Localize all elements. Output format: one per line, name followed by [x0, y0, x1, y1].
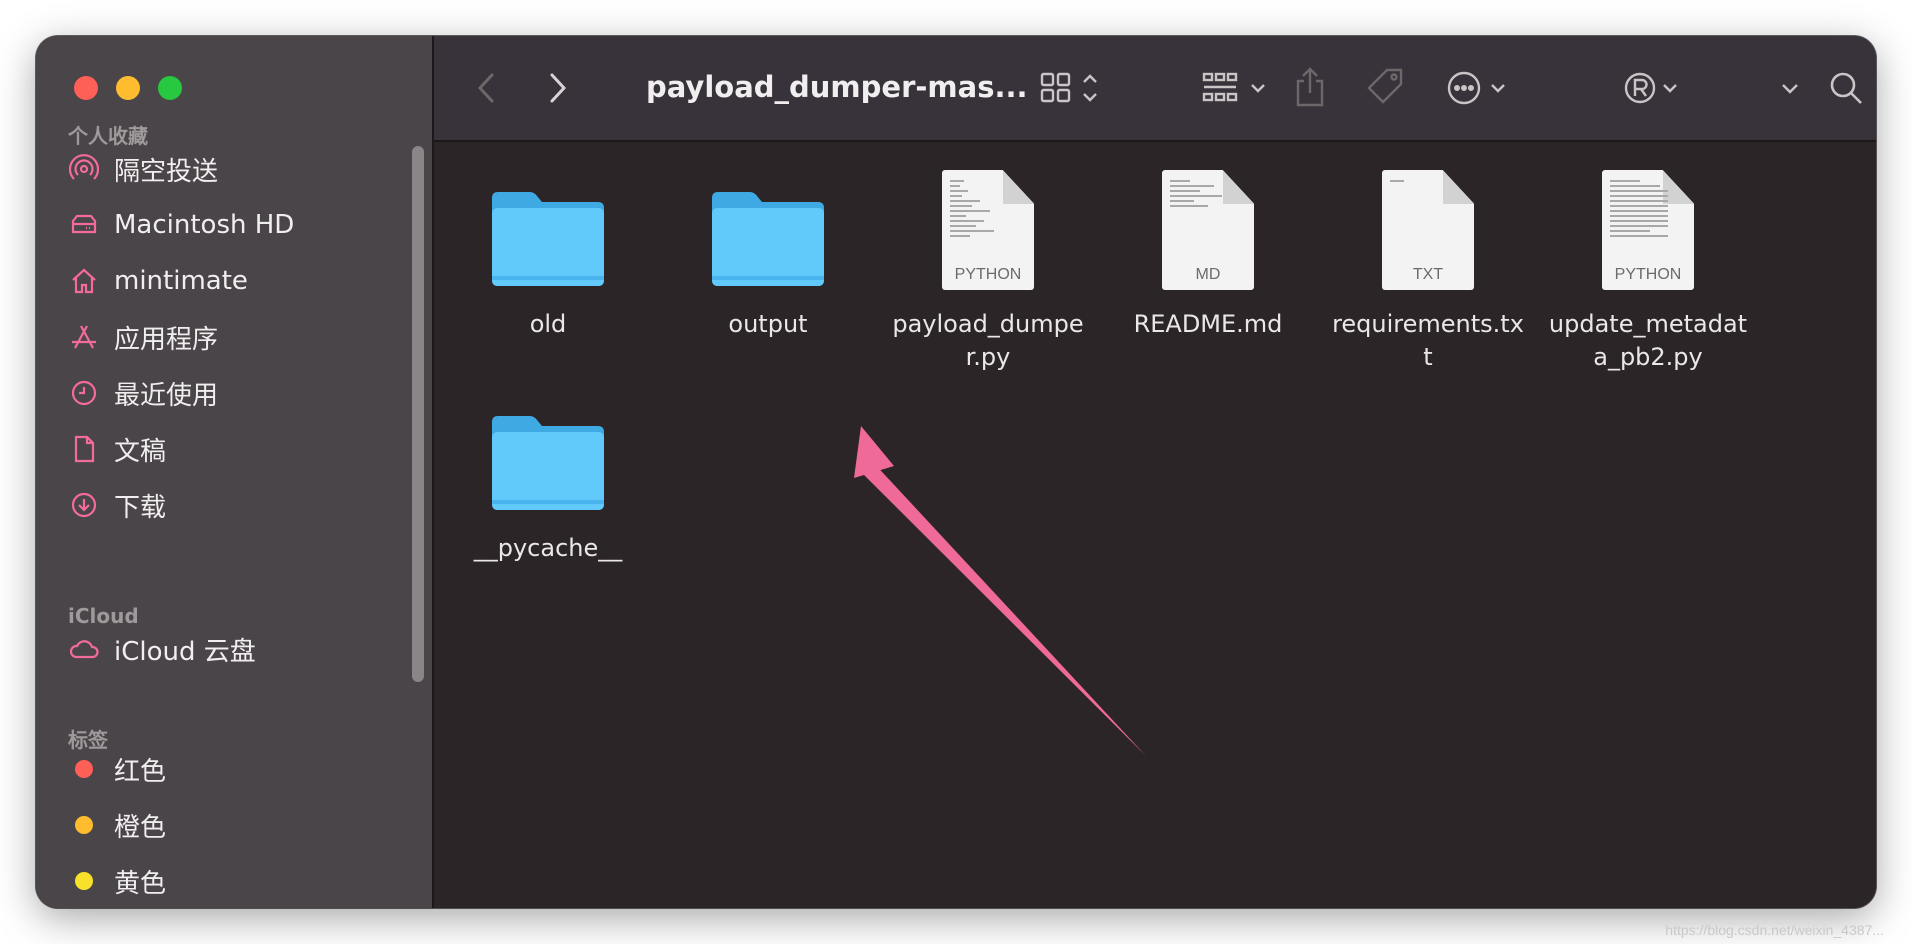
chevron-down-icon — [1782, 84, 1798, 94]
toolbar-overflow-button[interactable] — [1772, 66, 1808, 110]
sidebar-item-icloud-drive[interactable]: iCloud 云盘 — [68, 626, 408, 672]
sidebar-scrollbar[interactable] — [412, 146, 424, 682]
sidebar: 个人收藏 隔空投送 Macintosh HD mintimate 应用程序 最近… — [36, 36, 434, 908]
share-button[interactable] — [1290, 62, 1330, 112]
tag-button[interactable] — [1364, 64, 1408, 110]
sidebar-item-label: 隔空投送 — [114, 156, 219, 187]
group-button[interactable] — [1200, 66, 1276, 110]
yellow-tag-dot-icon — [75, 872, 93, 890]
search-button[interactable] — [1824, 64, 1868, 112]
extension-button[interactable] — [1620, 66, 1692, 110]
close-button[interactable] — [74, 76, 98, 100]
ellipsis-circle-icon — [1447, 71, 1505, 105]
sidebar-item-label: 最近使用 — [114, 380, 219, 411]
sidebar-item-label: 文稿 — [114, 436, 167, 467]
sidebar-item-label: 红色 — [114, 756, 167, 787]
cloud-icon — [68, 633, 100, 665]
applications-icon — [68, 321, 100, 353]
icloud-section-title: iCloud — [68, 604, 139, 628]
sidebar-item-label: mintimate — [114, 266, 248, 296]
window-controls — [74, 76, 182, 100]
file-grid: old output PYTHON payload_dumper.py MD R… — [434, 142, 1876, 908]
sidebar-item-label: Macintosh HD — [114, 210, 295, 240]
finder-window: 个人收藏 隔空投送 Macintosh HD mintimate 应用程序 最近… — [36, 36, 1876, 908]
favorites-section-title: 个人收藏 — [68, 124, 148, 148]
sidebar-tag-red[interactable]: 红色 — [68, 746, 408, 792]
drive-icon — [68, 209, 100, 241]
sidebar-item-label: 橙色 — [114, 812, 167, 843]
sidebar-item-applications[interactable]: 应用程序 — [68, 314, 408, 360]
registered-circle-icon — [1624, 72, 1677, 104]
sidebar-item-documents[interactable]: 文稿 — [68, 426, 408, 472]
annotation-arrow-icon — [854, 426, 1146, 756]
watermark: https://blog.csdn.net/weixin_4387... — [1665, 922, 1884, 938]
chevron-right-icon — [550, 73, 567, 103]
sidebar-item-macintosh-hd[interactable]: Macintosh HD — [68, 202, 408, 248]
sidebar-item-downloads[interactable]: 下载 — [68, 482, 408, 528]
chevron-left-icon — [477, 73, 494, 103]
document-icon — [68, 433, 100, 465]
red-tag-dot-icon — [75, 760, 93, 778]
sidebar-item-label: 黄色 — [114, 868, 167, 899]
search-icon — [1830, 72, 1862, 104]
group-grid-icon — [1202, 72, 1265, 102]
sidebar-item-label: iCloud 云盘 — [114, 636, 256, 667]
minimize-button[interactable] — [116, 76, 140, 100]
sidebar-item-label: 应用程序 — [114, 324, 219, 355]
home-icon — [68, 265, 100, 297]
sidebar-tag-yellow[interactable]: 黄色 — [68, 858, 408, 904]
sidebar-tag-orange[interactable]: 橙色 — [68, 802, 408, 848]
more-actions-button[interactable] — [1444, 66, 1520, 110]
forward-button[interactable] — [540, 68, 576, 108]
toolbar: payload_dumper-mas... — [434, 36, 1876, 142]
download-icon — [68, 489, 100, 521]
back-button[interactable] — [468, 68, 504, 108]
zoom-button[interactable] — [158, 76, 182, 100]
sidebar-item-recents[interactable]: 最近使用 — [68, 370, 408, 416]
airdrop-icon — [68, 153, 100, 185]
view-mode-button[interactable] — [1038, 66, 1110, 110]
sidebar-item-label: 下载 — [114, 492, 167, 523]
icon-view-grid-icon — [1040, 72, 1097, 103]
tag-icon — [1367, 68, 1403, 104]
orange-tag-dot-icon — [75, 816, 93, 834]
clock-icon — [68, 377, 100, 409]
sidebar-item-airdrop[interactable]: 隔空投送 — [68, 146, 408, 192]
window-title: payload_dumper-mas... — [646, 70, 1028, 104]
share-icon — [1296, 67, 1324, 107]
sidebar-item-home[interactable]: mintimate — [68, 258, 408, 304]
